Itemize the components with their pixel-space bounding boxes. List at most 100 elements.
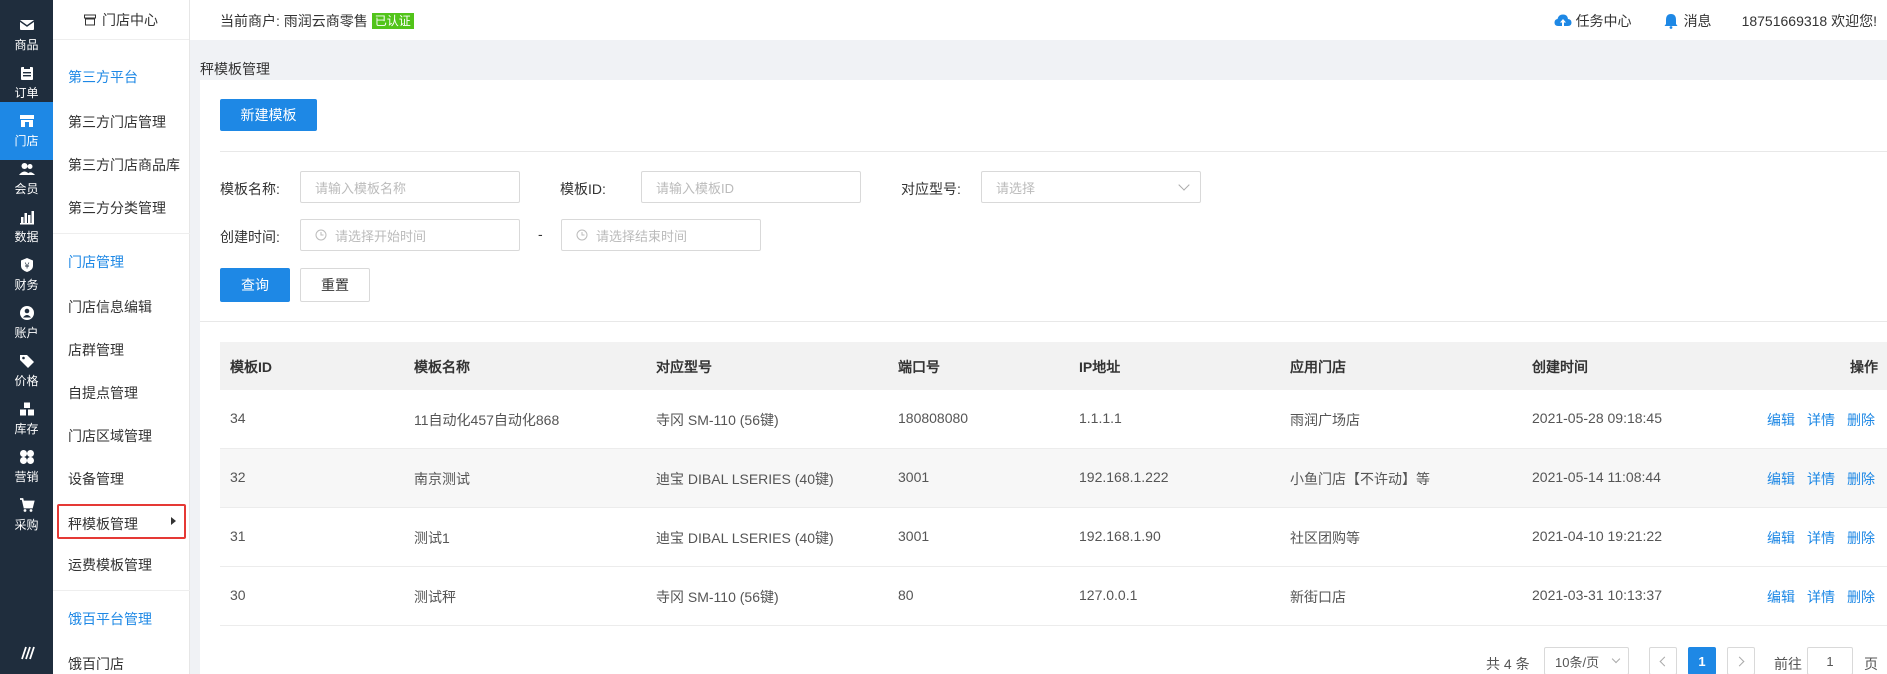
sidebar-item-third-party-stores[interactable]: 第三方门店管理 [68, 112, 166, 132]
query-button[interactable]: 查询 [220, 268, 290, 302]
toolbar-divider [220, 151, 1887, 152]
rail-label: 订单 [14, 86, 39, 100]
prev-page-button[interactable] [1649, 647, 1677, 674]
sidebar-header: 门店中心 [53, 0, 189, 40]
more-icon [20, 646, 35, 659]
table-row: 34 11自动化457自动化868 寺冈 SM-110 (56键) 180808… [220, 390, 1887, 449]
messages-label: 消息 [1683, 13, 1712, 29]
cell-id: 30 [230, 587, 246, 603]
cell-created: 2021-04-10 19:21:22 [1532, 528, 1662, 544]
store-icon [19, 115, 34, 127]
sidebar-title: 门店中心 [102, 11, 158, 28]
cell-ip: 127.0.0.1 [1079, 587, 1138, 603]
user-welcome[interactable]: 18751669318 欢迎您! [1742, 11, 1877, 31]
sidebar-item-store-groups[interactable]: 店群管理 [68, 340, 124, 360]
reset-button[interactable]: 重置 [300, 268, 370, 302]
sidebar-item-store-areas[interactable]: 门店区域管理 [68, 426, 152, 446]
cell-ip: 192.168.1.222 [1079, 469, 1169, 485]
sidebar-item-pickup-points[interactable]: 自提点管理 [68, 383, 138, 403]
cell-id: 32 [230, 469, 246, 485]
delete-link[interactable]: 删除 [1847, 528, 1875, 548]
bell-icon [1664, 14, 1678, 29]
model-placeholder: 请选择 [996, 180, 1036, 196]
detail-link[interactable]: 详情 [1807, 410, 1835, 430]
rail-label: 价格 [14, 374, 39, 388]
edit-link[interactable]: 编辑 [1767, 528, 1795, 548]
main-panel: 新建模板 模板名称: 请输入模板名称 模板ID: 请输入模板ID 对应型号: 请… [200, 80, 1887, 674]
bar-chart-icon [19, 211, 34, 225]
cell-port: 3001 [898, 469, 930, 485]
sidebar-group-store-management[interactable]: 门店管理 [68, 252, 124, 272]
page-1-button[interactable]: 1 [1688, 647, 1716, 674]
detail-link[interactable]: 详情 [1807, 587, 1835, 607]
goto-label: 前往 [1774, 656, 1802, 672]
cell-id: 34 [230, 410, 246, 426]
rail-label: 库存 [14, 422, 39, 436]
goto-page-value: 1 [1826, 653, 1834, 669]
table-header: 模板ID 模板名称 对应型号 端口号 IP地址 应用门店 创建时间 操作 [220, 342, 1887, 390]
template-id-input[interactable]: 请输入模板ID [641, 171, 861, 203]
rail-item-more[interactable] [0, 634, 53, 674]
sidebar-item-store-info[interactable]: 门店信息编辑 [68, 297, 152, 317]
cell-created: 2021-05-28 09:18:45 [1532, 410, 1662, 426]
cell-name: 测试1 [414, 530, 450, 546]
table-row: 30 测试秤 寺冈 SM-110 (56键) 80 127.0.0.1 新街口店… [220, 567, 1887, 626]
caret-right-icon [171, 517, 176, 525]
new-template-button[interactable]: 新建模板 [220, 99, 317, 131]
cell-model: 迪宝 DIBAL LSERIES (40键) [656, 471, 834, 487]
svg-text:¥: ¥ [24, 262, 29, 271]
detail-link[interactable]: 详情 [1807, 528, 1835, 548]
edit-link[interactable]: 编辑 [1767, 410, 1795, 430]
template-name-input[interactable]: 请输入模板名称 [300, 171, 520, 203]
delete-link[interactable]: 删除 [1847, 469, 1875, 489]
end-time-picker[interactable]: 请选择结束时间 [561, 219, 761, 251]
delete-link[interactable]: 删除 [1847, 410, 1875, 430]
cell-store: 雨润广场店 [1290, 412, 1360, 428]
rail-label: 财务 [14, 278, 39, 292]
sidebar-item-shipping-templates[interactable]: 运费模板管理 [68, 555, 152, 575]
rail-label: 会员 [14, 182, 39, 196]
col-actions: 操作 [1850, 359, 1878, 375]
detail-link[interactable]: 详情 [1807, 469, 1835, 489]
clock-icon [576, 229, 588, 241]
sidebar-item-label: 秤模板管理 [68, 516, 138, 532]
sidebar-item-third-party-categories[interactable]: 第三方分类管理 [68, 198, 166, 218]
clipboard-icon [20, 66, 33, 80]
stock-icon [19, 402, 34, 416]
model-select[interactable]: 请选择 [981, 171, 1201, 203]
rail-label: 营销 [14, 470, 39, 484]
merchant-label: 当前商户: 雨润云商零售 [220, 13, 368, 29]
sidebar-item-devices[interactable]: 设备管理 [68, 469, 124, 489]
current-merchant: 当前商户: 雨润云商零售 已认证 [220, 11, 414, 31]
rail-item-purchase[interactable]: 采购 [0, 486, 53, 544]
sidebar-item-ele-stores[interactable]: 饿百门店 [68, 654, 124, 674]
sidebar-group-third-party[interactable]: 第三方平台 [68, 67, 138, 87]
account-icon [19, 306, 34, 320]
sidebar-item-scale-templates[interactable]: 秤模板管理 [57, 504, 186, 539]
messages-link[interactable]: 消息 [1662, 11, 1712, 31]
cell-store: 小鱼门店【不许动】等 [1290, 471, 1430, 487]
edit-link[interactable]: 编辑 [1767, 469, 1795, 489]
cell-name: 南京测试 [414, 471, 470, 487]
cell-id: 31 [230, 528, 246, 544]
rail-label: 商品 [14, 38, 39, 52]
goto-page-input[interactable]: 1 [1807, 647, 1853, 674]
edit-link[interactable]: 编辑 [1767, 587, 1795, 607]
cell-created: 2021-03-31 10:13:37 [1532, 587, 1662, 603]
sidebar-item-third-party-product-library[interactable]: 第三方门店商品库 [68, 155, 180, 175]
cloud-upload-icon [1554, 14, 1572, 27]
sidebar-group-ele-platform[interactable]: 饿百平台管理 [68, 609, 152, 629]
template-id-placeholder: 请输入模板ID [656, 180, 735, 196]
col-template-id: 模板ID [230, 359, 272, 375]
verified-badge: 已认证 [371, 13, 414, 29]
delete-link[interactable]: 删除 [1847, 587, 1875, 607]
col-template-name: 模板名称 [414, 359, 470, 375]
store-small-icon [84, 14, 96, 25]
chevron-right-icon [1734, 656, 1745, 666]
task-center-link[interactable]: 任务中心 [1554, 11, 1632, 31]
table-row: 31 测试1 迪宝 DIBAL LSERIES (40键) 3001 192.1… [220, 508, 1887, 567]
col-store: 应用门店 [1290, 359, 1346, 375]
page-size-select[interactable]: 10条/页 [1544, 647, 1629, 674]
start-time-picker[interactable]: 请选择开始时间 [300, 219, 520, 251]
next-page-button[interactable] [1727, 647, 1755, 674]
